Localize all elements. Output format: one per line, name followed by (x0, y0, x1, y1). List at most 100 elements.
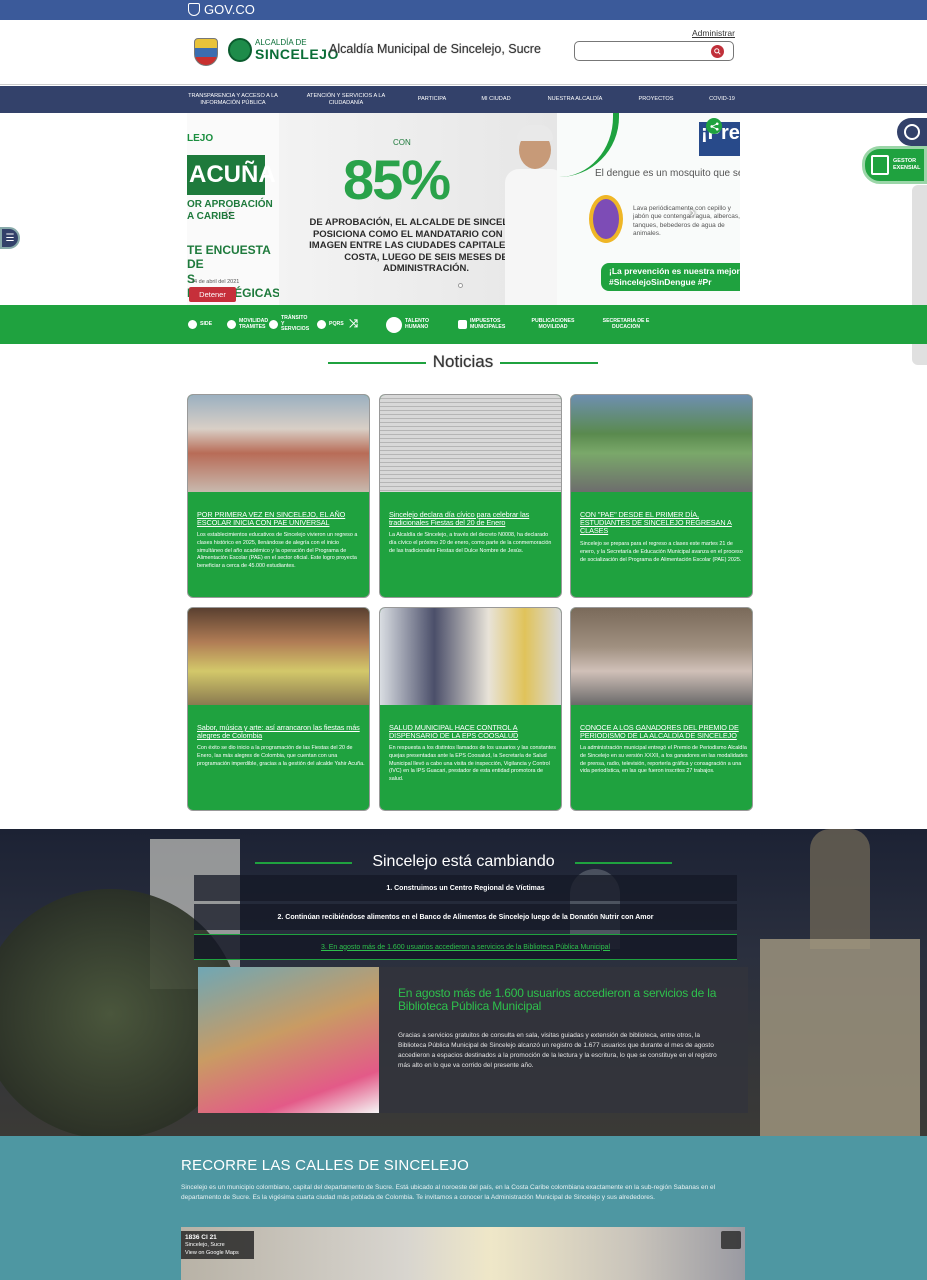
quicklink-movilidad-tramites[interactable]: MOVILIDAD TRAMITES (227, 305, 268, 344)
cambio-feature: En agosto más de 1.600 usuarios accedier… (198, 967, 748, 1113)
carousel-stop-button[interactable]: Detener (189, 287, 236, 302)
side-icon (188, 320, 197, 329)
nav-item-mi-ciudad[interactable]: MI CIUDAD (474, 86, 518, 113)
gestor-button[interactable]: GESTOR EXENSIAL (862, 146, 927, 184)
fullscreen-icon[interactable] (721, 1231, 741, 1249)
document-icon (871, 155, 889, 175)
nav-item-participa[interactable]: PARTICIPA (410, 86, 454, 113)
news-card[interactable]: CONOCE A LOS GANADORES DEL PREMIO DE PER… (570, 607, 753, 811)
main-nav: TRANSPARENCIA Y ACCESO A LA INFORMACIÓN … (0, 86, 927, 113)
map-address: 1836 Cl 21 (185, 1234, 217, 1241)
quicklink-talento-humano[interactable]: TALENTO HUMANO (386, 305, 429, 344)
slide-next: ¡Pre El dengue es un mosquito que se r L… (557, 113, 740, 305)
quicklink-publicaciones[interactable]: PUBLICACIONES MOVILIDAD (530, 305, 576, 344)
quick-links-bar: SIDE MOVILIDAD TRAMITES TRÁNSITO Y SERVI… (0, 305, 927, 344)
carousel-indicator[interactable] (458, 283, 463, 288)
nav-item-proyectos[interactable]: PROYECTOS (632, 86, 680, 113)
cambio-tab-2[interactable]: 2. Continúan recibiéndose alimentos en e… (194, 904, 737, 930)
accessibility-icon (904, 124, 920, 140)
news-card-title[interactable]: CON "PAE" DESDE EL PRIMER DÍA, ESTUDIANT… (580, 510, 748, 535)
car-icon (227, 320, 236, 329)
talent-icon (386, 316, 402, 333)
library-photo (198, 967, 379, 1113)
site-header: ALCALDÍA DE SINCELEJO Alcaldía Municipal… (0, 20, 927, 85)
news-card-title[interactable]: SALUD MUNICIPAL HACE CONTROL A DISPENSAR… (389, 723, 557, 740)
quicklink-cross[interactable]: ⤨ (349, 305, 358, 344)
quicklink-transito[interactable]: TRÁNSITO Y SERVICIOS (269, 305, 311, 344)
news-card[interactable]: Sincelejo declara día cívico para celebr… (379, 394, 562, 598)
slide-tips: Lava periódicamente con cepillo y jabón … (633, 205, 740, 238)
news-card-title[interactable]: CONOCE A LOS GANADORES DEL PREMIO DE PER… (580, 723, 748, 740)
slide-headline: ACUÑA (187, 155, 276, 195)
alcaldia-logo[interactable]: ALCALDÍA DE SINCELEJO (228, 38, 339, 62)
container-illustration-icon (589, 195, 623, 243)
cross-arrows-icon: ⤨ (349, 318, 358, 331)
news-card-title[interactable]: POR PRIMERA VEZ EN SINCELEJO, EL AÑO ESC… (197, 510, 365, 527)
gestor-label-line2: EXENSIAL (893, 165, 921, 171)
search-box (574, 41, 734, 61)
nav-item-covid[interactable]: COVID-19 (700, 86, 744, 113)
statue-figure (810, 829, 870, 949)
news-card[interactable]: POR PRIMERA VEZ EN SINCELEJO, EL AÑO ESC… (187, 394, 370, 598)
side-menu-button[interactable]: ☰ (0, 227, 20, 249)
gov-shield-icon (188, 3, 200, 16)
carousel-prev-icon[interactable]: ‹ (226, 204, 231, 222)
gov-logo-text: GOV.CO (204, 2, 255, 17)
cambio-heading: Sincelejo está cambiando (372, 853, 555, 870)
quicklink-educacion[interactable]: SECRETARIA DE E DUCACION (602, 305, 650, 344)
search-icon (714, 48, 721, 55)
quicklink-side[interactable]: SIDE (188, 305, 212, 344)
cambio-tab-1[interactable]: 1. Construimos un Centro Regional de Víc… (194, 875, 737, 901)
map-city: Sincelejo, Sucre (185, 1242, 225, 1249)
news-heading: Noticias (426, 352, 500, 372)
site-title: Alcaldía Municipal de Sincelejo, Sucre (329, 42, 541, 56)
news-image (380, 395, 561, 492)
slide-percent: 85% (343, 148, 451, 211)
share-icon[interactable] (706, 118, 722, 134)
news-image (188, 608, 369, 705)
slide-partial-name: LEJO (187, 133, 214, 144)
slide-line3: TE ENCUESTA DE (187, 243, 271, 272)
news-card-text: En respuesta a los distintos llamados de… (389, 745, 556, 783)
statue-pedestal (760, 939, 920, 1136)
news-card-text: La Alcaldía de Sincelejo, a través del d… (389, 532, 552, 554)
slide-subtitle: El dengue es un mosquito que se r (595, 168, 740, 179)
recorre-text: Sincelejo es un municipio colombiano, ca… (181, 1184, 716, 1201)
cambio-section: Sincelejo está cambiando 1. Construimos … (0, 829, 927, 1136)
slide-banner-line2: #SincelejoSinDengue #Pr (609, 277, 712, 288)
map-link[interactable]: View on Google Maps (185, 1250, 250, 1257)
recorre-title: RECORRE LAS CALLES DE SINCELEJO (181, 1157, 469, 1174)
nav-item-atencion[interactable]: ATENCIÓN Y SERVICIOS A LA CIUDADANÍA (302, 86, 390, 113)
nav-item-nuestra-alcaldia[interactable]: NUESTRA ALCALDÍA (540, 86, 610, 113)
menu-icon: ☰ (5, 232, 15, 244)
map-info-box: 1836 Cl 21 Sincelejo, Sucre View on Goog… (181, 1231, 254, 1259)
news-image (380, 608, 561, 705)
gestor-label-line1: GESTOR (893, 158, 917, 165)
accessibility-button[interactable] (897, 118, 927, 146)
news-image (571, 608, 752, 705)
alcaldia-emblem-icon (228, 38, 252, 62)
street-view-map[interactable]: 1836 Cl 21 Sincelejo, Sucre View on Goog… (181, 1227, 745, 1280)
hero-carousel[interactable]: LEJO ACUÑA OR APROBACIÓN A CARIBE TE ENC… (187, 113, 740, 305)
nav-item-transparencia[interactable]: TRANSPARENCIA Y ACCESO A LA INFORMACIÓN … (188, 86, 278, 113)
slide-date: 14 de abril del 2021 (191, 279, 240, 285)
carousel-next-icon[interactable]: › (690, 204, 695, 222)
quicklink-impuestos[interactable]: IMPUESTOS MUNICIPALES (458, 305, 506, 344)
search-button[interactable] (711, 45, 724, 58)
cambio-tab-3[interactable]: 3. En agosto más de 1.600 usuarios acced… (194, 934, 737, 960)
gov-bar: GOV.CO (0, 0, 927, 20)
news-card[interactable]: SALUD MUNICIPAL HACE CONTROL A DISPENSAR… (379, 607, 562, 811)
quicklink-pqrs[interactable]: PQRS (317, 305, 344, 344)
search-input[interactable] (579, 44, 709, 60)
slide-banner: ¡La prevención es nuestra mejor #Sincele… (601, 263, 740, 291)
news-card[interactable]: CON "PAE" DESDE EL PRIMER DÍA, ESTUDIANT… (570, 394, 753, 598)
news-card[interactable]: Sabor, música y arte: así arrancaron las… (187, 607, 370, 811)
feature-title[interactable]: En agosto más de 1.600 usuarios accedier… (398, 986, 728, 1013)
gov-logo[interactable]: GOV.CO (188, 2, 255, 17)
news-card-title[interactable]: Sincelejo declara día cívico para celebr… (389, 510, 557, 527)
admin-link[interactable]: Administrar (692, 28, 735, 38)
news-card-title[interactable]: Sabor, música y arte: así arrancaron las… (197, 723, 365, 740)
colombia-coat-of-arms-icon (194, 38, 218, 66)
news-card-text: Los establecimientos educativos de Since… (197, 532, 358, 570)
feature-body: Gracias a servicios gratuitos de consult… (398, 1032, 717, 1070)
